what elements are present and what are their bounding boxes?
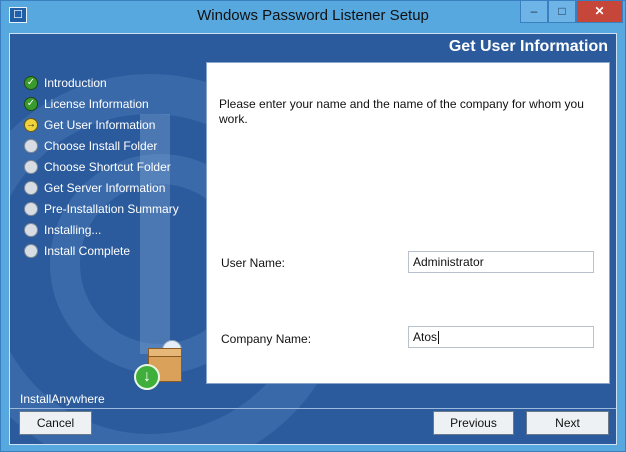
step-item: Choose Shortcut Folder [24,156,179,177]
step-item: Pre-Installation Summary [24,198,179,219]
step-label: Get Server Information [44,180,166,195]
check-circle-icon: ✓ [24,96,38,111]
steps-list: ✓ Introduction ✓ License Information → Get Us… [24,72,179,261]
close-button[interactable]: ✕ [576,1,623,23]
minimize-button[interactable]: – [520,1,548,23]
step-label: License Information [44,96,149,111]
empty-circle-icon [24,180,38,195]
step-item: ✓ License Information [24,93,179,114]
title-bar[interactable]: ☐ Windows Password Listener Setup – □ ✕ [1,1,625,31]
step-label: Get User Information [44,117,156,132]
content-panel: Please enter your name and the name of t… [206,62,610,384]
instructions-text: Please enter your name and the name of t… [219,97,584,126]
step-label: Pre-Installation Summary [44,201,179,216]
empty-circle-icon [24,201,38,216]
company-name-value: Atos [413,330,438,344]
step-item: Install Complete [24,240,179,261]
previous-button[interactable]: Previous [433,411,514,435]
empty-circle-icon [24,159,38,174]
installer-body: Get User Information ✓ Introduction ✓ Licen… [9,33,617,445]
empty-circle-icon [24,138,38,153]
footer-divider [10,408,616,409]
cancel-button[interactable]: Cancel [19,411,92,435]
step-item: Choose Install Folder [24,135,179,156]
installanywhere-brand: InstallAnywhere [20,392,105,406]
step-item: Installing... [24,219,179,240]
user-name-input[interactable]: Administrator [408,251,594,273]
company-name-input[interactable]: Atos [408,326,594,348]
arrow-circle-icon: → [24,117,38,132]
step-item: → Get User Information [24,114,179,135]
maximize-button[interactable]: □ [548,1,576,23]
step-label: Installing... [44,222,102,237]
text-caret [438,331,440,345]
step-label: Choose Install Folder [44,138,158,153]
user-name-label: User Name: [221,256,286,270]
check-circle-icon: ✓ [24,75,38,90]
company-name-label: Company Name: [221,332,312,346]
page-title: Get User Information [448,38,608,55]
user-name-value: Administrator [413,255,484,269]
empty-circle-icon [24,243,38,258]
download-arrow-icon: ↓ [134,364,160,390]
step-item: ✓ Introduction [24,72,179,93]
next-button[interactable]: Next [526,411,609,435]
step-label: Install Complete [44,243,131,258]
installer-window: ☐ Windows Password Listener Setup – □ ✕ … [0,0,626,452]
step-label: Choose Shortcut Folder [44,159,171,174]
step-label: Introduction [44,75,107,90]
empty-circle-icon [24,222,38,237]
step-item: Get Server Information [24,177,179,198]
